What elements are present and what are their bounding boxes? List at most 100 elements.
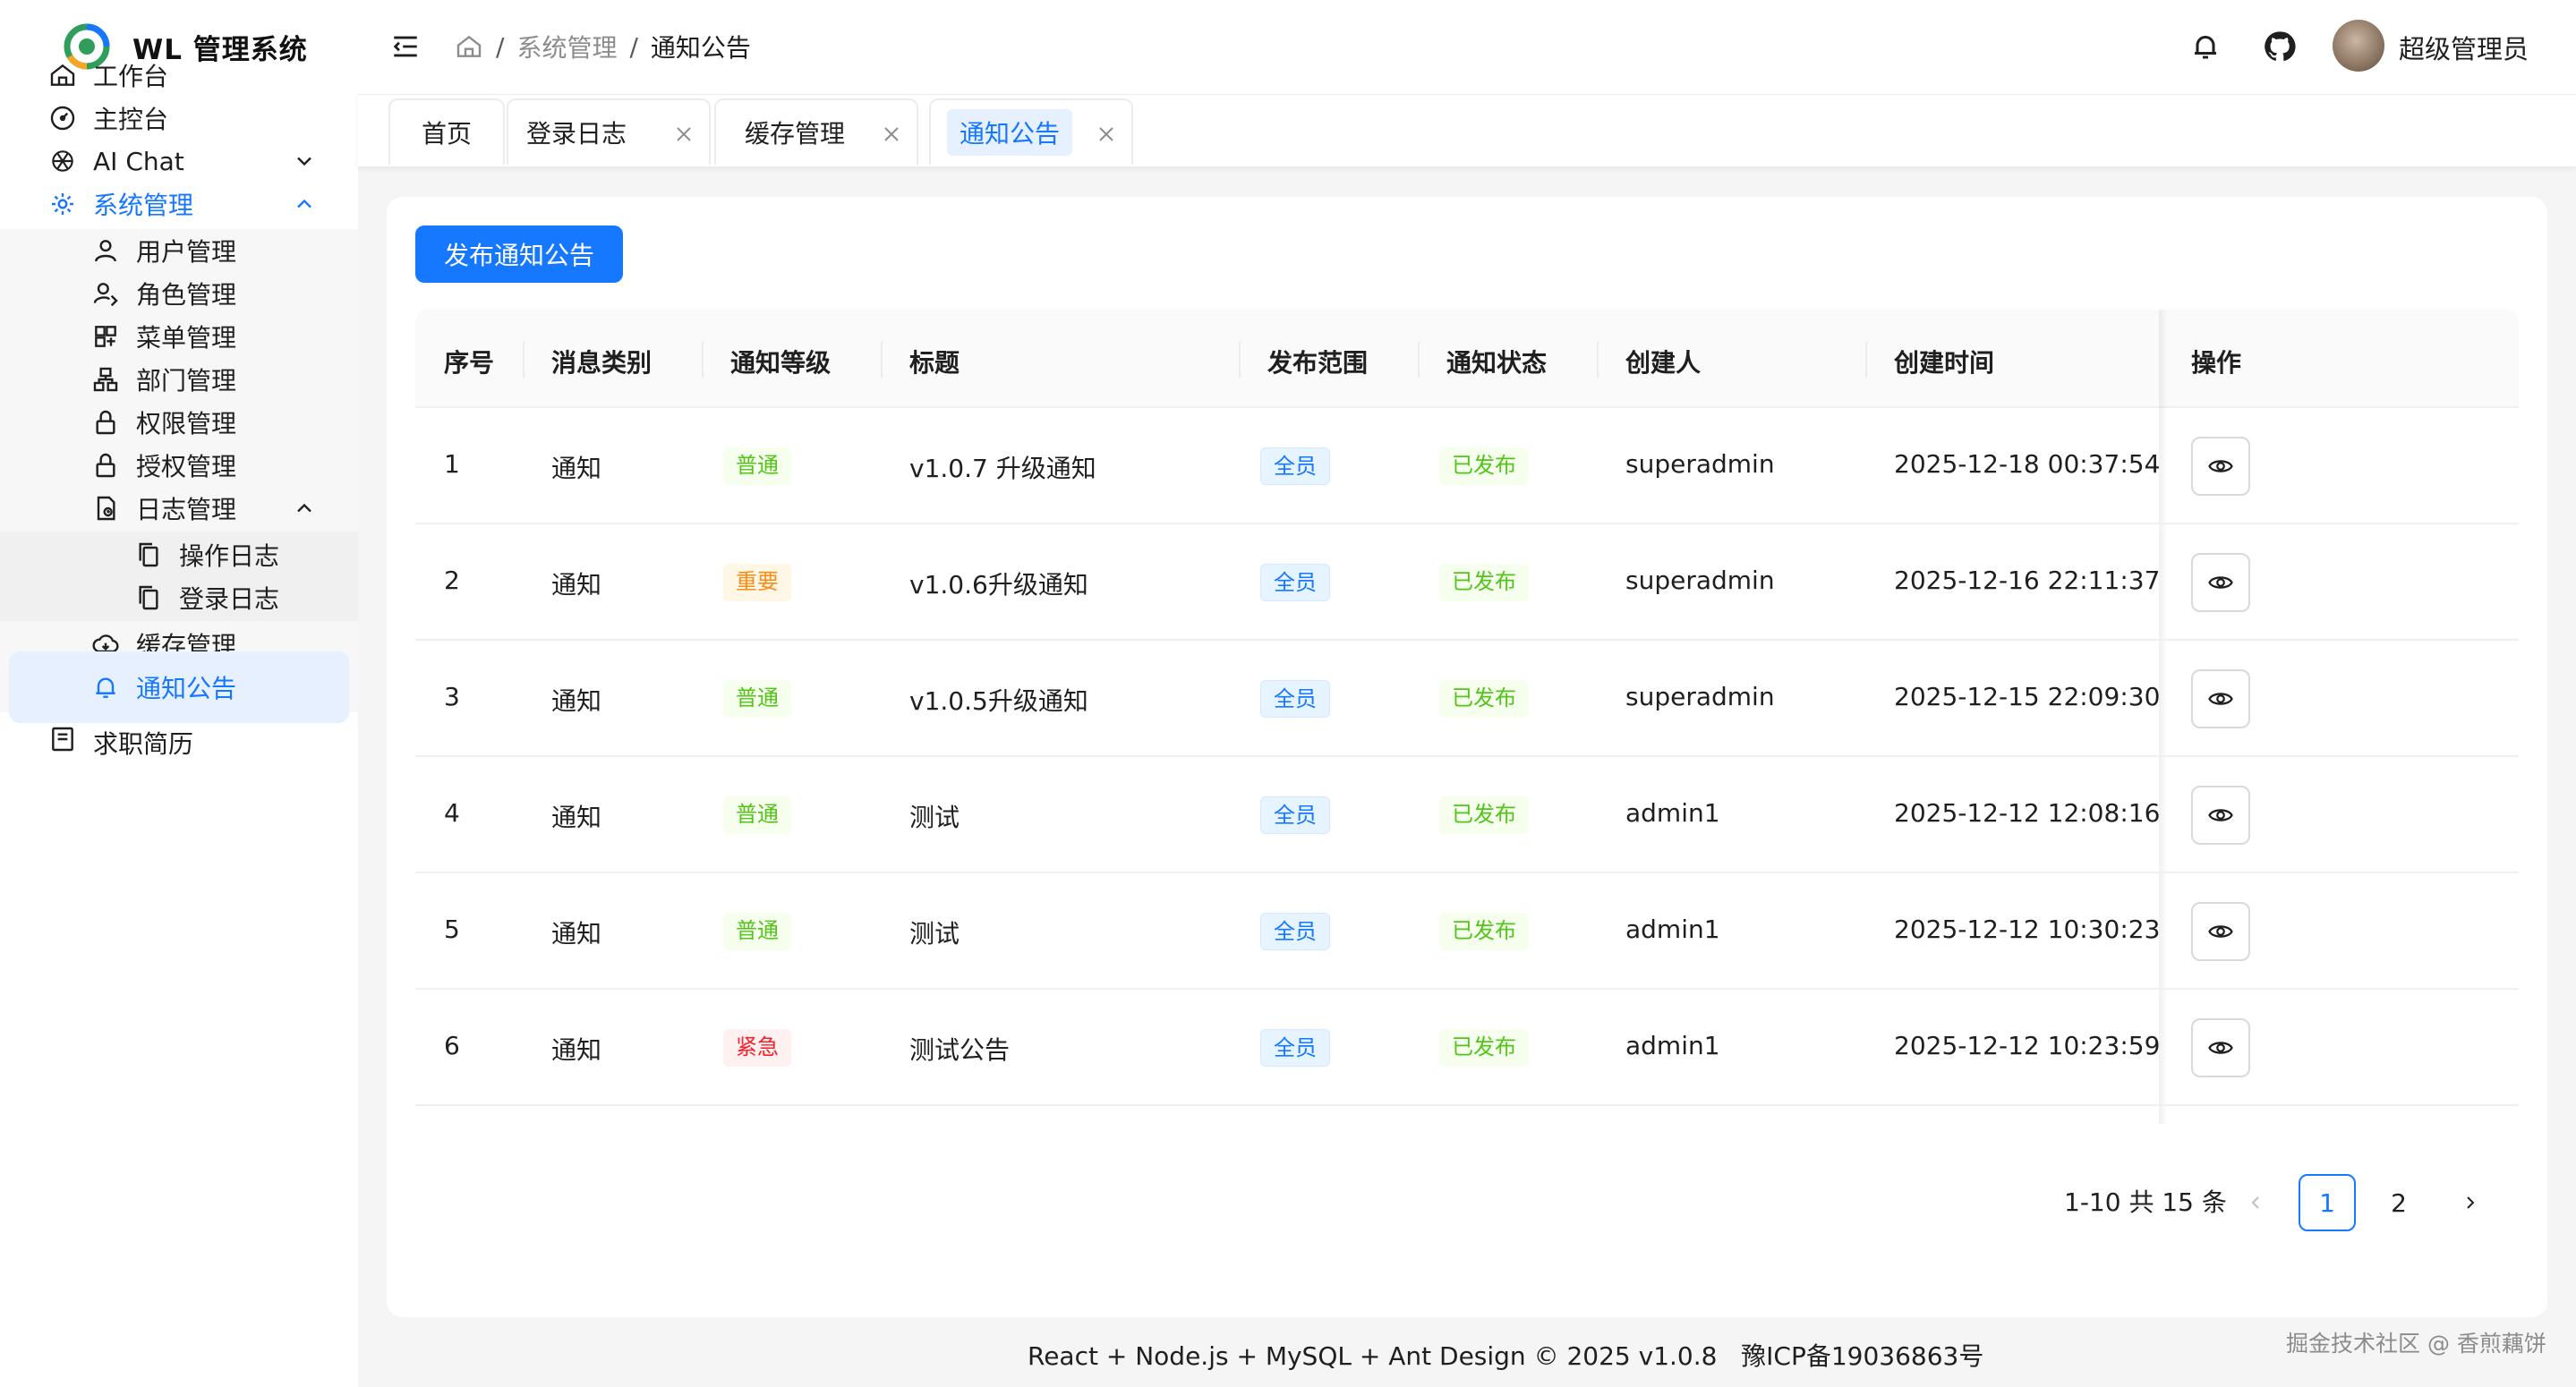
scope-tag: 全员 — [1260, 796, 1330, 834]
tab-cache[interactable]: 缓存管理 — [714, 98, 918, 165]
cell-created-time: 2025-12-18 00:37:54 — [1894, 449, 2161, 479]
cell-creator: superadmin — [1625, 682, 1775, 711]
table-row: 2 通知 重要 v1.0.6升级通知 全员 已发布 superadmin 2025-12-16… — [415, 524, 2519, 641]
cell-type: 通知 — [551, 686, 602, 716]
eye-icon — [2208, 925, 2233, 938]
table-row: 4 通知 普通 测试 全员 已发布 admin1 2025-12-12 12:08:16 — [415, 757, 2519, 873]
cell-created-time: 2025-12-15 22:09:30 — [1894, 682, 2161, 711]
cell-index: 6 — [444, 1031, 460, 1060]
chevron-right-icon — [2467, 1196, 2475, 1209]
cell-created-time: 2025-12-12 12:08:16 — [1894, 798, 2161, 828]
tab-notice[interactable]: 通知公告 — [929, 98, 1133, 165]
cell-type: 通知 — [551, 803, 602, 832]
sidebar-item-notice[interactable]: 通知公告 — [9, 651, 349, 723]
view-button[interactable] — [2191, 669, 2250, 728]
status-tag: 已发布 — [1439, 680, 1529, 718]
column-header: 标题 — [909, 348, 960, 378]
level-tag: 普通 — [723, 680, 791, 718]
cell-creator: admin1 — [1625, 915, 1720, 944]
cell-created-time: 2025-12-12 10:30:23 — [1894, 915, 2161, 944]
github-icon[interactable] — [2263, 30, 2297, 64]
close-icon[interactable] — [673, 123, 695, 145]
table-header: 序号 消息类别 通知等级 标题 发布范围 通知状态 创建人 创建时间 操作 — [415, 310, 2519, 408]
footer-text: React + Node.js + MySQL + Ant Design © 2… — [1028, 1341, 1984, 1371]
column-header: 操作 — [2191, 348, 2242, 378]
home-icon[interactable] — [455, 32, 483, 61]
eye-icon — [2208, 460, 2233, 472]
pagination-page-2[interactable]: 2 — [2370, 1174, 2427, 1231]
publish-notice-button[interactable]: 发布通知公告 — [415, 225, 623, 283]
status-tag: 已发布 — [1439, 913, 1529, 950]
cell-type: 通知 — [551, 570, 602, 600]
user-name[interactable]: 超级管理员 — [2399, 29, 2529, 66]
column-header: 创建时间 — [1894, 348, 1995, 378]
eye-icon — [2208, 1042, 2233, 1054]
column-header: 序号 — [444, 348, 495, 378]
table-row: 5 通知 普通 测试 全员 已发布 admin1 2025-12-12 10:30:23 — [415, 873, 2519, 990]
menu-fold-icon[interactable] — [390, 31, 421, 62]
table-row: 1 通知 普通 v1.0.7 升级通知 全员 已发布 superadmin 2025-12-1… — [415, 408, 2519, 524]
sidebar-item-label: 通知公告 — [136, 674, 237, 703]
bell-icon — [96, 677, 115, 698]
cell-creator: admin1 — [1625, 798, 1720, 828]
scope-tag: 全员 — [1260, 564, 1330, 601]
status-tag: 已发布 — [1439, 447, 1529, 485]
resume-icon — [52, 727, 73, 752]
view-button[interactable] — [2191, 786, 2250, 845]
cell-index: 5 — [444, 915, 460, 944]
view-button[interactable] — [2191, 437, 2250, 496]
tab-login-log[interactable]: 登录日志 — [507, 98, 711, 165]
bell-icon[interactable] — [2189, 30, 2222, 64]
breadcrumb-item-system[interactable]: 系统管理 — [516, 29, 617, 64]
tab-label: 缓存管理 — [745, 119, 846, 149]
column-header: 发布范围 — [1267, 348, 1369, 378]
scope-tag: 全员 — [1260, 1029, 1330, 1067]
sidebar-item-resume[interactable]: 求职简历 — [9, 716, 349, 761]
eye-icon — [2208, 809, 2233, 821]
status-tag: 已发布 — [1439, 796, 1529, 834]
tab-label: 登录日志 — [526, 119, 627, 149]
level-tag: 普通 — [723, 447, 791, 485]
status-tag: 已发布 — [1439, 1029, 1529, 1067]
cell-title: 测试 — [909, 919, 960, 949]
column-header: 消息类别 — [551, 348, 653, 378]
cell-created-time: 2025-12-16 22:11:37 — [1894, 566, 2161, 595]
scope-tag: 全员 — [1260, 913, 1330, 950]
cell-type: 通知 — [551, 454, 602, 483]
cell-title: v1.0.7 升级通知 — [909, 454, 1096, 483]
chevron-up-icon — [297, 503, 311, 513]
tab-home[interactable]: 首页 — [388, 98, 505, 165]
close-icon[interactable] — [881, 123, 902, 145]
cell-created-time: 2025-12-12 10:23:59 — [1894, 1031, 2161, 1060]
cell-type: 通知 — [551, 919, 602, 949]
column-header: 创建人 — [1625, 348, 1702, 378]
breadcrumb-separator: / — [629, 31, 638, 62]
breadcrumb: / 系统管理 / 通知公告 — [455, 27, 751, 66]
view-button[interactable] — [2191, 553, 2250, 612]
level-tag: 紧急 — [723, 1029, 791, 1067]
pagination-prev[interactable] — [2227, 1174, 2284, 1231]
cell-index: 1 — [444, 449, 460, 479]
tab-label: 首页 — [421, 119, 472, 149]
table-row: 6 通知 紧急 测试公告 全员 已发布 admin1 2025-12-12 10:23:59 — [415, 990, 2519, 1106]
cell-index: 4 — [444, 798, 460, 828]
watermark: 掘金技术社区 @ 香煎藕饼 — [2286, 1331, 2546, 1357]
cell-creator: superadmin — [1625, 449, 1775, 479]
view-button[interactable] — [2191, 1018, 2250, 1077]
level-tag: 重要 — [723, 564, 791, 601]
eye-icon — [2208, 576, 2233, 589]
column-header: 通知状态 — [1446, 348, 1548, 378]
breadcrumb-item-current: 通知公告 — [650, 33, 751, 63]
avatar[interactable] — [2333, 20, 2384, 72]
cell-title: 测试 — [909, 803, 960, 832]
chevron-left-icon — [2251, 1196, 2259, 1209]
close-icon[interactable] — [1096, 123, 1117, 145]
cell-index: 3 — [444, 682, 460, 711]
cell-type: 通知 — [551, 1035, 602, 1065]
tab-label: 通知公告 — [947, 109, 1073, 156]
view-button[interactable] — [2191, 902, 2250, 961]
pagination-next[interactable] — [2442, 1174, 2499, 1231]
sidebar: WL 管理系统 工作台 主控台 AI Chat 系统管理 用户管理 角色管理 菜… — [0, 0, 358, 1387]
pagination-page-1[interactable]: 1 — [2299, 1174, 2356, 1231]
level-tag: 普通 — [723, 796, 791, 834]
